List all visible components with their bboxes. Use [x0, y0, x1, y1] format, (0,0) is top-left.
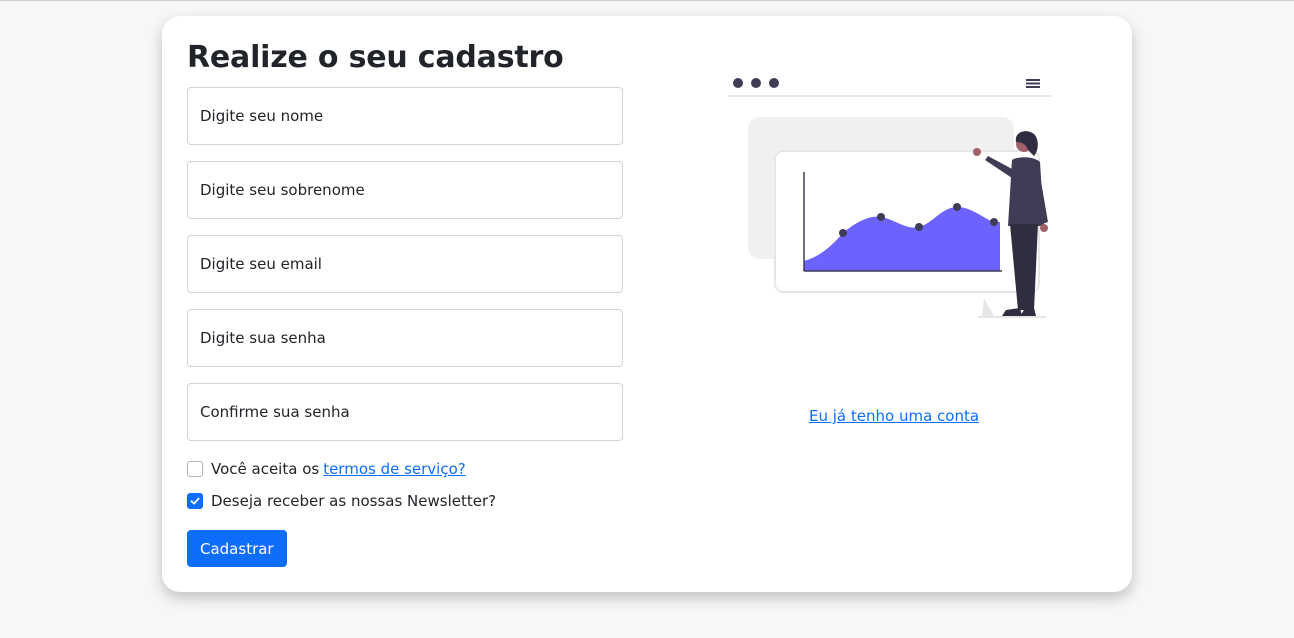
terms-checkbox[interactable] [187, 461, 203, 477]
newsletter-label: Deseja receber as nossas Newsletter? [211, 492, 497, 510]
existing-account-link[interactable]: Eu já tenho uma conta [809, 407, 979, 425]
checkmark-icon [190, 497, 200, 505]
data-chart-presentation-illustration [728, 78, 1052, 318]
chart-point [990, 218, 998, 226]
email-input[interactable] [187, 235, 623, 293]
chart-point [877, 213, 885, 221]
password-input[interactable] [187, 309, 623, 367]
chart-point [839, 229, 847, 237]
submit-button[interactable]: Cadastrar [187, 530, 287, 567]
window-dot-icon [751, 78, 761, 88]
signup-card: Realize o seu cadastro Você aceita os te… [162, 16, 1132, 592]
terms-of-service-link[interactable]: termos de serviço? [323, 460, 466, 478]
chart-point [915, 223, 923, 231]
newsletter-checkbox[interactable] [187, 493, 203, 509]
newsletter-row: Deseja receber as nossas Newsletter? [187, 491, 496, 511]
terms-row: Você aceita os termos de serviço? [187, 459, 466, 479]
page-title: Realize o seu cadastro [187, 40, 564, 75]
window-dot-icon [733, 78, 743, 88]
last-name-input[interactable] [187, 161, 623, 219]
first-name-input[interactable] [187, 87, 623, 145]
window-bar-divider [728, 95, 1052, 97]
confirm-password-input[interactable] [187, 383, 623, 441]
window-dot-icon [769, 78, 779, 88]
chart-point [953, 203, 961, 211]
hamburger-menu-icon [1026, 79, 1040, 88]
top-border-line [0, 0, 1294, 1]
terms-label-prefix: Você aceita os [211, 460, 320, 478]
